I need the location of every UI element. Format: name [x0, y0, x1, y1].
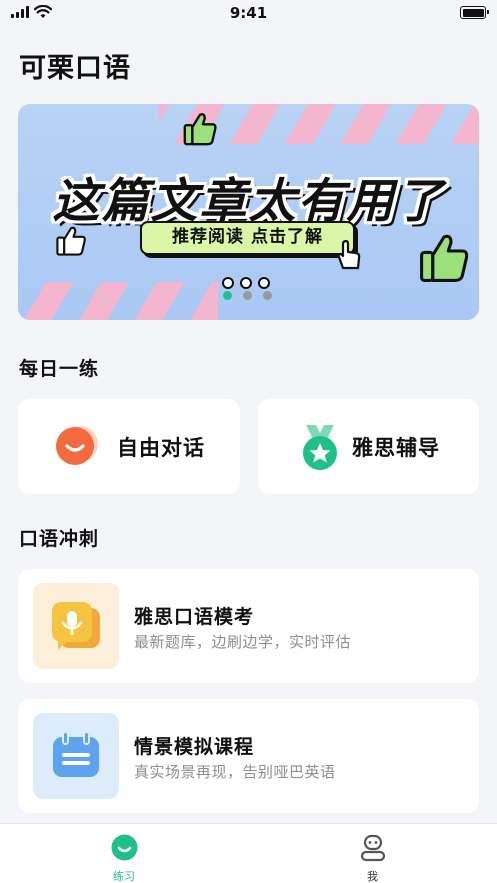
banner-pagination: [222, 277, 282, 300]
tab-profile[interactable]: 我: [248, 824, 497, 883]
calendar-icon: [53, 731, 99, 777]
page-title: 可栗口语: [19, 53, 131, 84]
course-card-ielts-mock[interactable]: 雅思口语模考 最新题库，边刷边学，实时评估: [18, 569, 479, 683]
pagination-dot-decor: [222, 277, 234, 289]
profile-icon: [360, 834, 386, 862]
tab-practice-label: 练习: [113, 870, 135, 883]
ielts-tutoring-label: 雅思辅导: [352, 436, 440, 460]
microphone-chat-icon: [52, 602, 100, 650]
course-title: 雅思口语模考: [134, 606, 255, 628]
course-subtitle: 最新题库，边刷边学，实时评估: [134, 633, 352, 651]
pagination-dot[interactable]: [243, 291, 252, 300]
banner-cta-button[interactable]: 推荐阅读 点击了解: [140, 221, 355, 255]
battery-icon: [460, 6, 489, 19]
thumbs-up-icon: [183, 113, 217, 146]
pointer-hand-icon: [337, 240, 361, 270]
pagination-dot-decor: [258, 277, 270, 289]
course-card-scenario[interactable]: 情景模拟课程 真实场景再现，告别哑巴英语: [18, 699, 479, 813]
free-talk-label: 自由对话: [117, 436, 205, 460]
course-icon-bg: [33, 583, 119, 669]
tab-bar: 练习 我: [0, 823, 497, 883]
star-medal-icon: [303, 425, 337, 470]
daily-section-title: 每日一练: [19, 358, 100, 380]
course-subtitle: 真实场景再现，告别哑巴英语: [134, 763, 336, 781]
promo-banner[interactable]: 这篇文章太有用了 推荐阅读 点击了解: [18, 104, 479, 320]
course-icon-bg: [33, 713, 119, 799]
course-title: 情景模拟课程: [134, 736, 255, 758]
sprint-section-title: 口语冲刺: [19, 528, 100, 550]
thumbs-up-large-icon: [420, 234, 469, 282]
status-bar: 9:41: [0, 0, 497, 26]
banner-stripe-bottom: [18, 282, 218, 320]
pagination-dot[interactable]: [263, 291, 272, 300]
pagination-dot-active[interactable]: [223, 291, 232, 300]
pagination-dot-decor: [240, 277, 252, 289]
chat-bubble-icon: [56, 426, 98, 465]
tab-profile-label: 我: [367, 870, 378, 883]
practice-icon: [111, 834, 138, 861]
status-time: 9:41: [229, 4, 268, 22]
free-talk-card[interactable]: 自由对话: [18, 399, 240, 494]
tab-practice[interactable]: 练习: [0, 824, 248, 883]
ielts-tutoring-card[interactable]: 雅思辅导: [258, 399, 479, 494]
